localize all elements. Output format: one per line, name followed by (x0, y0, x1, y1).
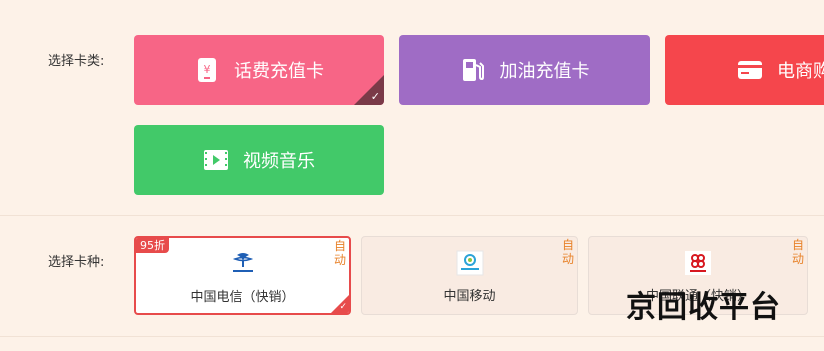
card-type-phone-recharge[interactable]: ¥ 话费充值卡 ✓ (134, 35, 384, 105)
fuel-pump-icon (460, 57, 486, 83)
video-play-icon (203, 147, 229, 173)
phone-card-icon: ¥ (194, 57, 220, 83)
card-kind-china-mobile[interactable]: 中国移动 自动 (361, 236, 578, 315)
card-type-fuel-recharge[interactable]: 加油充值卡 (399, 35, 650, 105)
card-type-label-phone: 话费充值卡 (234, 61, 324, 82)
china-mobile-logo (456, 249, 484, 277)
credit-card-icon (737, 57, 763, 83)
card-kind-label: 选择卡种: (48, 255, 105, 270)
watermark: 京回收平台 (626, 290, 781, 325)
discount-badge: 95折 (136, 238, 169, 253)
auto-tag: 自动 (791, 238, 804, 266)
china-telecom-logo (229, 250, 257, 278)
auto-tag: 自动 (561, 238, 574, 266)
card-type-ecommerce[interactable]: 电商购 (665, 35, 824, 105)
card-type-label-fuel: 加油充值卡 (499, 61, 590, 82)
section-divider (0, 215, 824, 216)
card-type-label-ecommerce: 电商购 (777, 61, 824, 82)
card-kind-name: 中国电信（快销） (190, 290, 295, 305)
check-icon: ✓ (370, 90, 380, 103)
card-kind-china-telecom[interactable]: 95折 中国电信（快销） 自动 ✓ (134, 236, 351, 315)
auto-tag: 自动 (333, 239, 346, 267)
china-unicom-logo (684, 249, 712, 277)
card-type-video-music[interactable]: 视频音乐 (134, 125, 384, 195)
section-divider (0, 336, 824, 337)
card-type-label: 选择卡类: (48, 54, 105, 69)
card-kind-name: 中国移动 (443, 289, 496, 304)
check-icon: ✓ (339, 302, 347, 312)
card-type-label-video: 视频音乐 (243, 151, 315, 172)
svg-text:¥: ¥ (204, 63, 211, 76)
